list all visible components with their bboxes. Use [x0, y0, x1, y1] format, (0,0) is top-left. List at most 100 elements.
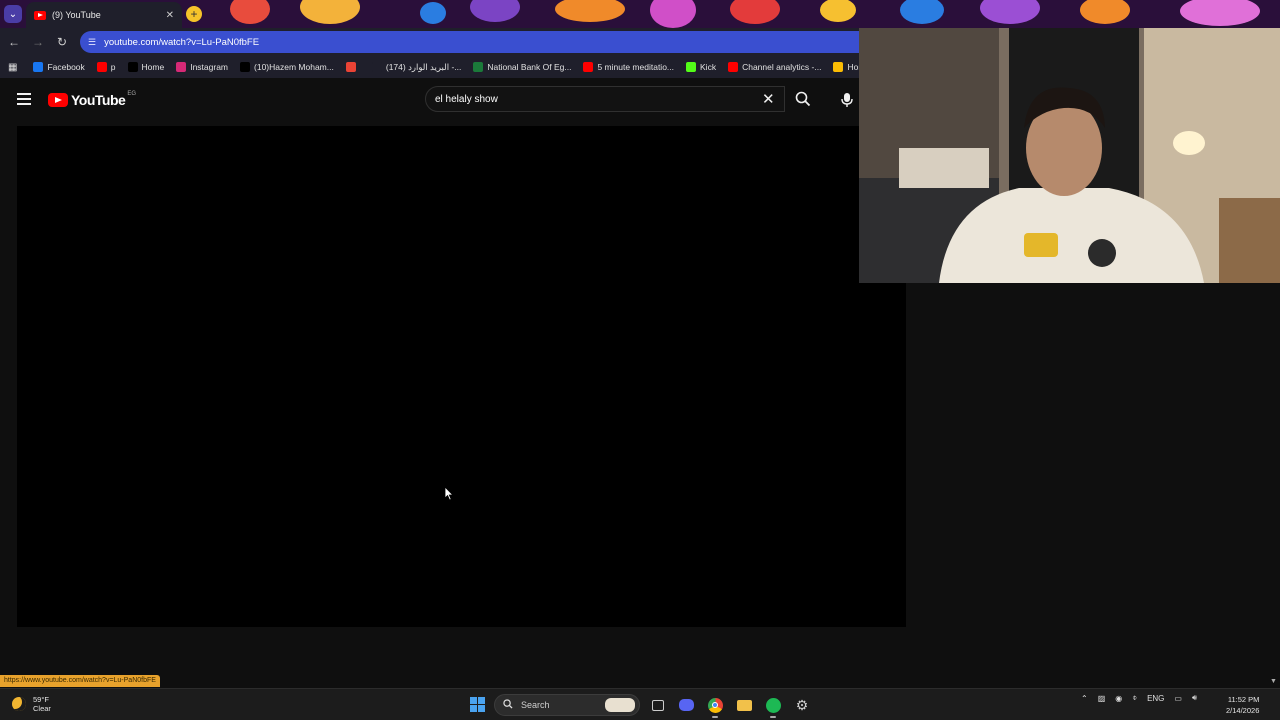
file-explorer-taskbar-app[interactable] [734, 695, 754, 715]
theme-decoration [820, 0, 856, 22]
bookmark-item[interactable] [345, 62, 360, 72]
reload-button[interactable]: ↻ [54, 34, 70, 50]
close-tab-icon[interactable]: ✕ [166, 10, 174, 21]
language-indicator[interactable]: ENG [1147, 694, 1164, 703]
theme-decoration [230, 0, 270, 24]
bookmark-label: National Bank Of Eg... [487, 62, 572, 72]
address-bar[interactable]: ☰ youtube.com/watch?v=Lu-PaN0fbFE [80, 31, 860, 53]
plus-icon: + [190, 7, 198, 21]
bookmark-item[interactable]: Instagram [176, 62, 228, 72]
link-status-bar: https://www.youtube.com/watch?v=Lu-PaN0f… [0, 675, 160, 687]
url-text: youtube.com/watch?v=Lu-PaN0fbFE [104, 36, 260, 48]
reload-icon: ↻ [56, 35, 68, 49]
system-tray: ⌃ ▨ ◉ ⌽ ENG ▭ 🔊︎ [1076, 693, 1202, 703]
theme-decoration [555, 0, 625, 22]
bookmark-list: Facebook p Home Instagram (10)Hazem Moham...… [33, 62, 860, 73]
chrome-taskbar-app[interactable] [705, 695, 725, 718]
microphone-icon [841, 93, 853, 107]
discord-taskbar-app[interactable] [676, 695, 696, 715]
bookmark-label: (174) البريد الوارد -... [385, 61, 462, 72]
bookmark-label: Instagram [190, 62, 229, 72]
taskbar-clock[interactable]: 11:52 PM 2/14/2026 [1226, 694, 1259, 716]
search-icon [503, 699, 513, 711]
bookmark-item[interactable]: National Bank Of Eg... [473, 62, 571, 72]
chevron-down-icon: ⌄ [8, 8, 18, 20]
scroll-down-icon[interactable]: ▼ [1270, 678, 1277, 685]
chevron-up-icon[interactable]: ⌃ [1081, 694, 1088, 703]
forward-button[interactable]: → [30, 34, 46, 50]
display-icon[interactable]: ▭ [1174, 694, 1182, 703]
bookmark-label: (10)Hazem Moham... [254, 62, 334, 72]
search-button[interactable] [786, 86, 820, 112]
x-icon [127, 62, 138, 72]
discord-icon [678, 699, 694, 711]
gmail-icon [345, 62, 356, 72]
weather-widget[interactable]: 59°F Clear [12, 695, 51, 713]
bookmark-label: Facebook [47, 62, 85, 72]
network-icon[interactable]: ▨ [1098, 694, 1106, 703]
bookmark-label: Kick [700, 62, 717, 72]
tab-youtube[interactable]: (9) YouTube ✕ [26, 2, 182, 28]
mail-icon [371, 62, 382, 72]
video-player[interactable] [17, 126, 906, 627]
theme-decoration [730, 0, 780, 24]
windows-taskbar: 59°F Clear Search ⚙ ⌃ ▨ ◉ ⌽ ENG ▭ 🔊︎ 11:… [0, 688, 1280, 720]
windows-start-icon[interactable] [470, 697, 485, 712]
bookmark-item[interactable]: (174) البريد الوارد -... [371, 61, 462, 73]
bookmark-item[interactable]: Home - Google [833, 62, 860, 72]
youtube-icon [583, 62, 594, 72]
search-query-text: el helaly show [435, 93, 498, 105]
task-view-icon [652, 699, 664, 711]
weather-temp: 59°F [33, 695, 49, 704]
theme-decoration [980, 0, 1040, 24]
apps-grid-icon[interactable]: ▦ [8, 62, 17, 73]
bookmark-label: 5 minute meditatio... [597, 62, 675, 72]
tab-title: (9) YouTube [52, 10, 101, 20]
bank-icon [473, 62, 484, 72]
bookmark-item[interactable]: Kick [686, 62, 716, 72]
tab-search-button[interactable]: ⌄ [4, 5, 22, 23]
microphone-tray-icon[interactable]: ⌽ [1132, 693, 1137, 703]
mouse-cursor-icon [444, 486, 454, 501]
bookmark-item[interactable]: 5 minute meditatio... [583, 62, 674, 72]
webcam-overlay [859, 28, 1280, 283]
youtube-play-icon [48, 93, 68, 107]
settings-taskbar-app[interactable]: ⚙ [792, 695, 812, 715]
chrome-icon [707, 697, 723, 713]
bookmark-item[interactable]: Facebook [33, 62, 85, 72]
bookmarks-bar: ▦ Facebook p Home Instagram (10)Hazem Moham.… [0, 56, 860, 78]
folder-icon [736, 699, 752, 711]
clock-date: 2/14/2026 [1226, 706, 1260, 715]
menu-icon[interactable] [17, 93, 31, 105]
spotify-taskbar-app[interactable] [763, 695, 783, 718]
bookmark-label: Home [141, 62, 165, 72]
taskbar-search-placeholder: Search [521, 700, 550, 710]
gear-icon: ⚙ [795, 696, 809, 713]
taskbar-search[interactable]: Search [494, 694, 640, 716]
theme-decoration [420, 2, 446, 24]
spotify-icon [765, 697, 781, 713]
webcam-image [859, 28, 1280, 283]
bookmark-item[interactable]: Channel analytics -... [728, 62, 821, 72]
voice-search-button[interactable] [834, 87, 860, 113]
bookmark-item[interactable]: Home [127, 62, 165, 72]
discord-tray-icon[interactable]: ◉ [1115, 694, 1122, 703]
kick-icon [686, 62, 697, 72]
youtube-logo-text: YouTube [71, 92, 126, 108]
new-tab-button[interactable]: + [186, 6, 202, 22]
youtube-logo[interactable]: YouTube EG [48, 91, 136, 108]
volume-icon[interactable]: 🔊︎ [1192, 693, 1197, 703]
theme-decoration [1180, 0, 1260, 26]
bookmark-item[interactable]: p [96, 62, 116, 72]
bookmark-label: p [110, 62, 116, 72]
browser-tab-strip: ⌄ (9) YouTube ✕ + [0, 0, 1280, 28]
task-view-button[interactable] [648, 695, 668, 715]
site-settings-icon[interactable]: ☰ [88, 37, 96, 48]
search-highlight-image [605, 698, 635, 712]
clear-search-icon[interactable]: ✕ [762, 90, 775, 108]
bookmark-item[interactable]: (10)Hazem Moham... [240, 62, 334, 72]
back-button[interactable]: ← [6, 34, 22, 50]
youtube-studio-icon [728, 62, 739, 72]
search-input[interactable]: el helaly show [425, 86, 785, 112]
instagram-icon [176, 62, 187, 72]
